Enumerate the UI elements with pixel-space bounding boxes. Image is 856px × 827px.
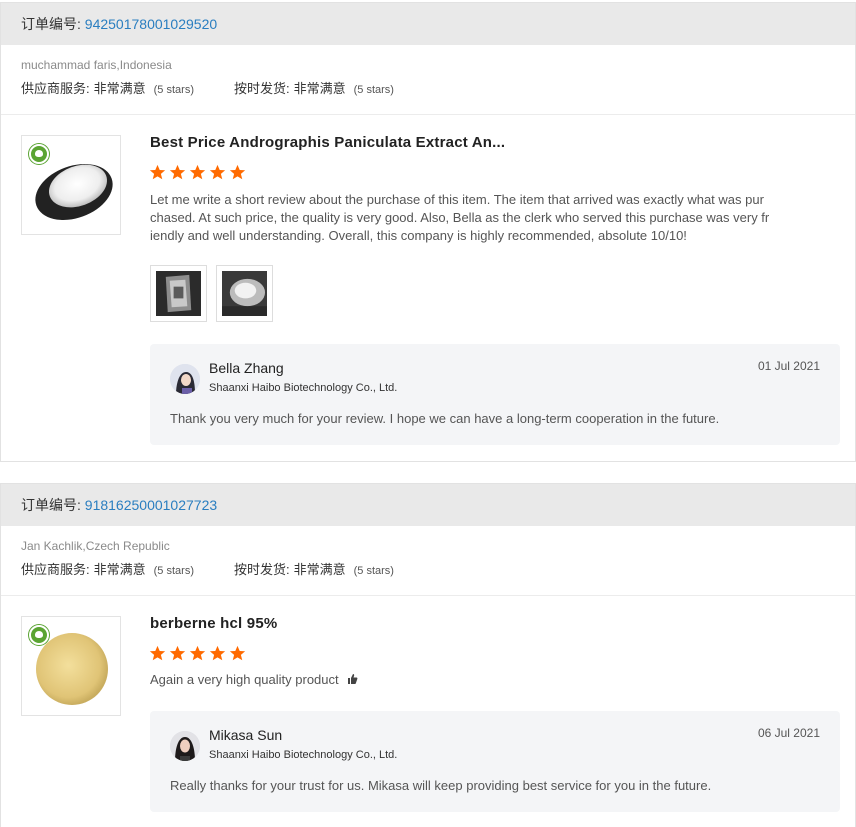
agent-company: Shaanxi Haibo Biotechnology Co., Ltd.	[209, 382, 398, 394]
rating-stars-text: (5 stars)	[153, 565, 194, 577]
review-line: iendly and well understanding. Overall, …	[150, 228, 687, 243]
seller-reply: Mikasa Sun Shaanxi Haibo Biotechnology C…	[150, 711, 840, 812]
seller-reply: Bella Zhang Shaanxi Haibo Biotechnology …	[150, 344, 840, 445]
buyer-name: Jan Kachlik,Czech Republic	[21, 539, 170, 553]
supplier-ratings: 供应商服务: 非常满意 (5 stars) 按时发货: 非常满意 (5 star…	[21, 79, 835, 100]
reply-date: 01 Jul 2021	[757, 359, 820, 373]
reply-text: Really thanks for your trust for us. Mik…	[170, 778, 712, 793]
review-text: Let me write a short review about the pu…	[150, 191, 810, 245]
star-icon	[149, 645, 166, 661]
star-icon	[229, 164, 246, 180]
review-text: Again a very high quality product	[150, 671, 810, 689]
product-title[interactable]: Best Price Andrographis Paniculata Extra…	[150, 134, 505, 151]
review-card: 订单编号: 91816250001027723 Jan Kachlik,Czec…	[0, 483, 856, 827]
buyer-info: Jan Kachlik,Czech Republic 供应商服务: 非常满意 (…	[1, 526, 855, 596]
leaf-badge-icon	[29, 625, 49, 645]
star-rating	[149, 164, 246, 181]
rating-stars-text: (5 stars)	[153, 84, 194, 96]
avatar	[170, 364, 200, 394]
rating-stars-text: (5 stars)	[353, 84, 394, 96]
star-rating	[149, 645, 246, 662]
star-icon	[209, 645, 226, 661]
order-number-link[interactable]: 91816250001027723	[85, 497, 217, 513]
rating-on-time-delivery: 按时发货: 非常满意 (5 stars)	[234, 560, 394, 581]
product-thumbnail[interactable]	[21, 135, 121, 235]
review-photo[interactable]	[150, 265, 207, 322]
review-photos	[150, 265, 273, 322]
rating-value: 非常满意	[93, 81, 146, 96]
order-label: 订单编号:	[21, 16, 81, 32]
rating-label: 按时发货:	[233, 81, 290, 96]
rating-stars-text: (5 stars)	[353, 565, 394, 577]
buyer-info: muchammad faris,Indonesia 供应商服务: 非常满意 (5…	[1, 45, 855, 115]
rating-value: 非常满意	[293, 81, 346, 96]
order-header: 订单编号: 94250178001029520	[1, 3, 855, 45]
review-line: chased. At such price, the quality is ve…	[150, 210, 770, 225]
reply-text: Thank you very much for your review. I h…	[170, 411, 720, 426]
review-line: Let me write a short review about the pu…	[150, 192, 764, 207]
rating-value: 非常满意	[93, 562, 146, 577]
star-icon	[209, 164, 226, 180]
product-thumbnail[interactable]	[21, 616, 121, 716]
star-icon	[189, 645, 206, 661]
order-label: 订单编号:	[21, 497, 81, 513]
review-card: 订单编号: 94250178001029520 muchammad faris,…	[0, 2, 856, 462]
product-title[interactable]: berberne hcl 95%	[150, 615, 277, 632]
review-photo[interactable]	[216, 265, 273, 322]
order-header: 订单编号: 91816250001027723	[1, 484, 855, 526]
buyer-name: muchammad faris,Indonesia	[21, 58, 172, 72]
star-icon	[189, 164, 206, 180]
star-icon	[169, 164, 186, 180]
agent-name: Mikasa Sun	[209, 727, 283, 743]
thumbs-up-icon	[348, 674, 358, 684]
agent-name: Bella Zhang	[209, 360, 284, 376]
rating-label: 供应商服务:	[21, 562, 90, 577]
order-number-link[interactable]: 94250178001029520	[85, 16, 217, 32]
star-icon	[229, 645, 246, 661]
review-photo-image	[156, 271, 201, 316]
rating-supplier-service: 供应商服务: 非常满意 (5 stars)	[21, 79, 194, 100]
leaf-badge-icon	[29, 144, 49, 164]
review-photo-image	[222, 271, 267, 316]
rating-label: 供应商服务:	[21, 81, 90, 96]
rating-supplier-service: 供应商服务: 非常满意 (5 stars)	[21, 560, 194, 581]
star-icon	[169, 645, 186, 661]
avatar	[170, 731, 200, 761]
rating-value: 非常满意	[293, 562, 346, 577]
reply-date: 06 Jul 2021	[757, 726, 820, 740]
agent-company: Shaanxi Haibo Biotechnology Co., Ltd.	[209, 749, 398, 761]
rating-label: 按时发货:	[233, 562, 290, 577]
supplier-ratings: 供应商服务: 非常满意 (5 stars) 按时发货: 非常满意 (5 star…	[21, 560, 835, 581]
star-icon	[149, 164, 166, 180]
review-line: Again a very high quality product	[150, 672, 339, 687]
rating-on-time-delivery: 按时发货: 非常满意 (5 stars)	[234, 79, 394, 100]
